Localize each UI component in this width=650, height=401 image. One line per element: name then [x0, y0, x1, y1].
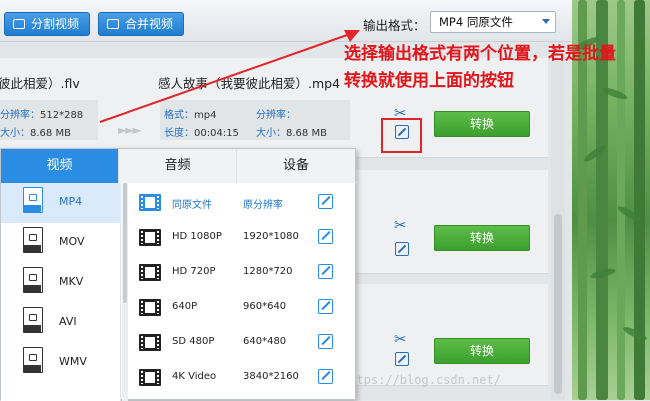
film-icon	[139, 264, 161, 281]
format-label: WMV	[59, 355, 87, 368]
edit-icon[interactable]	[395, 352, 409, 366]
preset-name: SD 480P	[172, 336, 215, 347]
resolution-key: 分辨率：	[0, 110, 40, 121]
output-format-label: 输出格式：	[363, 18, 426, 33]
preset-name: HD 1080P	[172, 231, 222, 242]
convert-button[interactable]: 转换	[434, 338, 530, 364]
film-icon	[139, 194, 161, 211]
output-format: mp4	[194, 110, 217, 121]
wmv-file-icon	[23, 347, 43, 373]
arrow-right-icon: ►►►	[118, 123, 142, 137]
output-format-value: MP4 同原文件	[439, 15, 513, 29]
preset-item[interactable]: 同原文件 原分辨率	[129, 185, 355, 219]
film-icon	[139, 369, 161, 386]
preset-resolution: 1280*720	[243, 266, 293, 277]
film-icon	[139, 229, 161, 246]
preset-resolution: 原分辨率	[243, 200, 283, 211]
preset-name: 同原文件	[172, 200, 212, 211]
scissors-icon[interactable]: ✂	[394, 330, 407, 348]
out-size-key: 大小：	[256, 128, 286, 139]
edit-icon[interactable]	[395, 242, 409, 256]
preset-item[interactable]: HD 1080P 1920*1080	[129, 220, 355, 254]
source-info-box: 分辨率：512*288 大小：8.68 MB	[0, 100, 98, 140]
output-size: 8.68 MB	[286, 128, 327, 139]
edit-icon[interactable]	[318, 369, 333, 384]
size-key: 大小：	[0, 128, 30, 139]
format-tabs: 视频 音频 设备	[1, 149, 357, 183]
merge-video-icon	[107, 19, 119, 29]
preset-resolution: 640*480	[243, 336, 287, 347]
preset-item[interactable]: HD 720P 1280*720	[129, 255, 355, 289]
edit-icon[interactable]	[318, 194, 333, 209]
source-size: 8.68 MB	[30, 128, 71, 139]
format-label: MKV	[59, 275, 84, 288]
toolbar: 分割视频 合并视频 输出格式： MP4 同原文件	[0, 0, 572, 42]
film-icon	[139, 334, 161, 351]
output-file-name: 感人故事（我要彼此相爱）.mp4	[158, 76, 341, 91]
output-length: 00:04:15	[194, 128, 239, 139]
merge-video-button[interactable]: 合并视频	[98, 12, 185, 36]
mkv-file-icon	[23, 267, 43, 293]
preset-name: 4K Video	[172, 371, 217, 382]
preset-resolution: 3840*2160	[243, 371, 299, 382]
format-label: MOV	[59, 235, 85, 248]
chevron-down-icon	[542, 19, 550, 24]
convert-button[interactable]: 转换	[434, 225, 530, 251]
split-video-button[interactable]: 分割视频	[4, 12, 91, 36]
scrollbar-thumb[interactable]	[554, 214, 562, 394]
format-label: MP4	[59, 195, 83, 208]
format-label: AVI	[59, 315, 77, 328]
mp4-file-icon	[23, 187, 43, 213]
edit-icon[interactable]	[318, 229, 333, 244]
format-item-avi[interactable]: AVI	[1, 303, 121, 343]
preset-item[interactable]: 4K Video 3840*2160	[129, 360, 355, 394]
mov-file-icon	[23, 227, 43, 253]
edit-icon[interactable]	[318, 334, 333, 349]
format-list-scrollbar[interactable]	[122, 183, 128, 401]
format-list: MP4 MOV MKV AVI WMV	[1, 183, 121, 401]
split-video-icon	[13, 19, 25, 29]
preset-resolution: 1920*1080	[243, 231, 299, 242]
format-key: 格式：	[164, 110, 194, 121]
edit-icon[interactable]	[318, 299, 333, 314]
scissors-icon[interactable]: ✂	[394, 216, 407, 234]
scrollbar[interactable]	[551, 44, 565, 400]
preset-name: 640P	[172, 301, 198, 312]
source-file-name: 彼此相爱）.flv	[0, 76, 80, 91]
format-item-wmv[interactable]: WMV	[1, 343, 121, 383]
highlight-box	[381, 118, 422, 153]
format-item-mp4[interactable]: MP4	[1, 183, 121, 223]
convert-button[interactable]: 转换	[434, 111, 530, 137]
film-icon	[139, 299, 161, 316]
output-format-select[interactable]: MP4 同原文件	[430, 11, 556, 33]
output-info-box: 格式：mp4 长度：00:04:15 分辨率： 大小：8.68 MB	[160, 100, 350, 140]
source-resolution: 512*288	[40, 110, 84, 121]
merge-video-label: 合并视频	[125, 17, 174, 31]
annotation-note: 选择输出格式有两个位置，若是批量转换就使用上面的按钮	[344, 44, 616, 91]
edit-icon[interactable]	[318, 264, 333, 279]
length-key: 长度：	[164, 128, 194, 139]
watermark: https://blog.csdn.net/	[342, 373, 501, 387]
format-item-mkv[interactable]: MKV	[1, 263, 121, 303]
preset-resolution: 960*640	[243, 301, 287, 312]
out-resolution-key: 分辨率：	[256, 110, 296, 121]
preset-item[interactable]: 640P 960*640	[129, 290, 355, 324]
avi-file-icon	[23, 307, 43, 333]
format-popup: 视频 音频 设备 MP4 MOV MKV AVI WMV 同原文件 原分辨率 H…	[0, 148, 357, 401]
format-item-mov[interactable]: MOV	[1, 223, 121, 263]
split-video-label: 分割视频	[31, 17, 80, 31]
preset-name: HD 720P	[172, 266, 216, 277]
tab-video[interactable]: 视频	[1, 149, 119, 183]
tab-audio[interactable]: 音频	[119, 149, 237, 183]
preset-item[interactable]: SD 480P 640*480	[129, 325, 355, 359]
scrollbar-thumb[interactable]	[123, 183, 127, 303]
tab-device[interactable]: 设备	[237, 149, 355, 183]
